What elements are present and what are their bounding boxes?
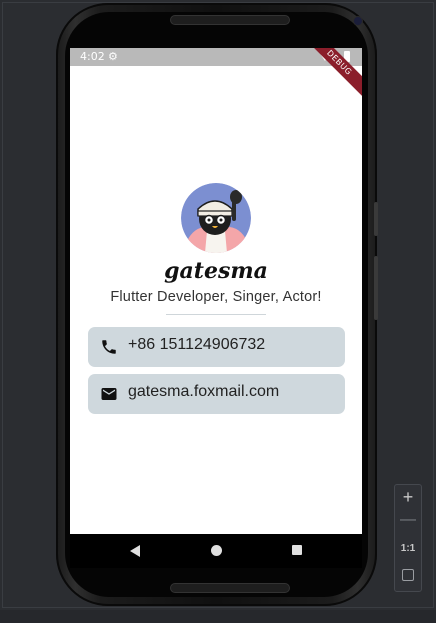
avatar (181, 183, 251, 253)
phone-number: +86 151124906732 (128, 336, 266, 353)
mail-icon (101, 388, 117, 400)
app-screen: 4:02 ⚙ DEBUG gatesma Flutter Developer, … (70, 48, 362, 534)
phone-card[interactable]: +86 151124906732 (88, 327, 345, 367)
power-button[interactable] (374, 202, 378, 236)
penguin-avatar-icon (181, 183, 251, 253)
status-time: 4:02 (80, 50, 105, 63)
divider (166, 314, 266, 315)
zoom-in-button[interactable]: + (395, 487, 421, 508)
phone-icon (102, 340, 116, 354)
emulator-toolbar: + — 1:1 (394, 484, 422, 592)
fit-screen-button[interactable] (395, 569, 421, 583)
home-icon[interactable] (211, 545, 222, 556)
android-nav-bar (70, 534, 362, 568)
email-address: gatesma.foxmail.com (128, 383, 280, 400)
settings-gear-icon: ⚙ (108, 50, 118, 63)
zoom-out-button[interactable]: — (395, 511, 421, 529)
front-camera-icon (354, 17, 362, 25)
actual-size-button[interactable]: 1:1 (395, 543, 421, 554)
profile-tagline: Flutter Developer, Singer, Actor! (110, 289, 322, 305)
profile-name: gatesma (164, 258, 268, 284)
volume-button[interactable] (374, 256, 378, 320)
emulator-bottom-strip (0, 610, 436, 623)
recent-apps-icon[interactable] (292, 545, 302, 555)
bottom-speaker (170, 583, 290, 593)
earpiece-speaker (170, 15, 290, 25)
back-icon[interactable] (130, 545, 140, 557)
fit-screen-icon (402, 569, 414, 581)
email-card[interactable]: gatesma.foxmail.com (88, 374, 345, 414)
